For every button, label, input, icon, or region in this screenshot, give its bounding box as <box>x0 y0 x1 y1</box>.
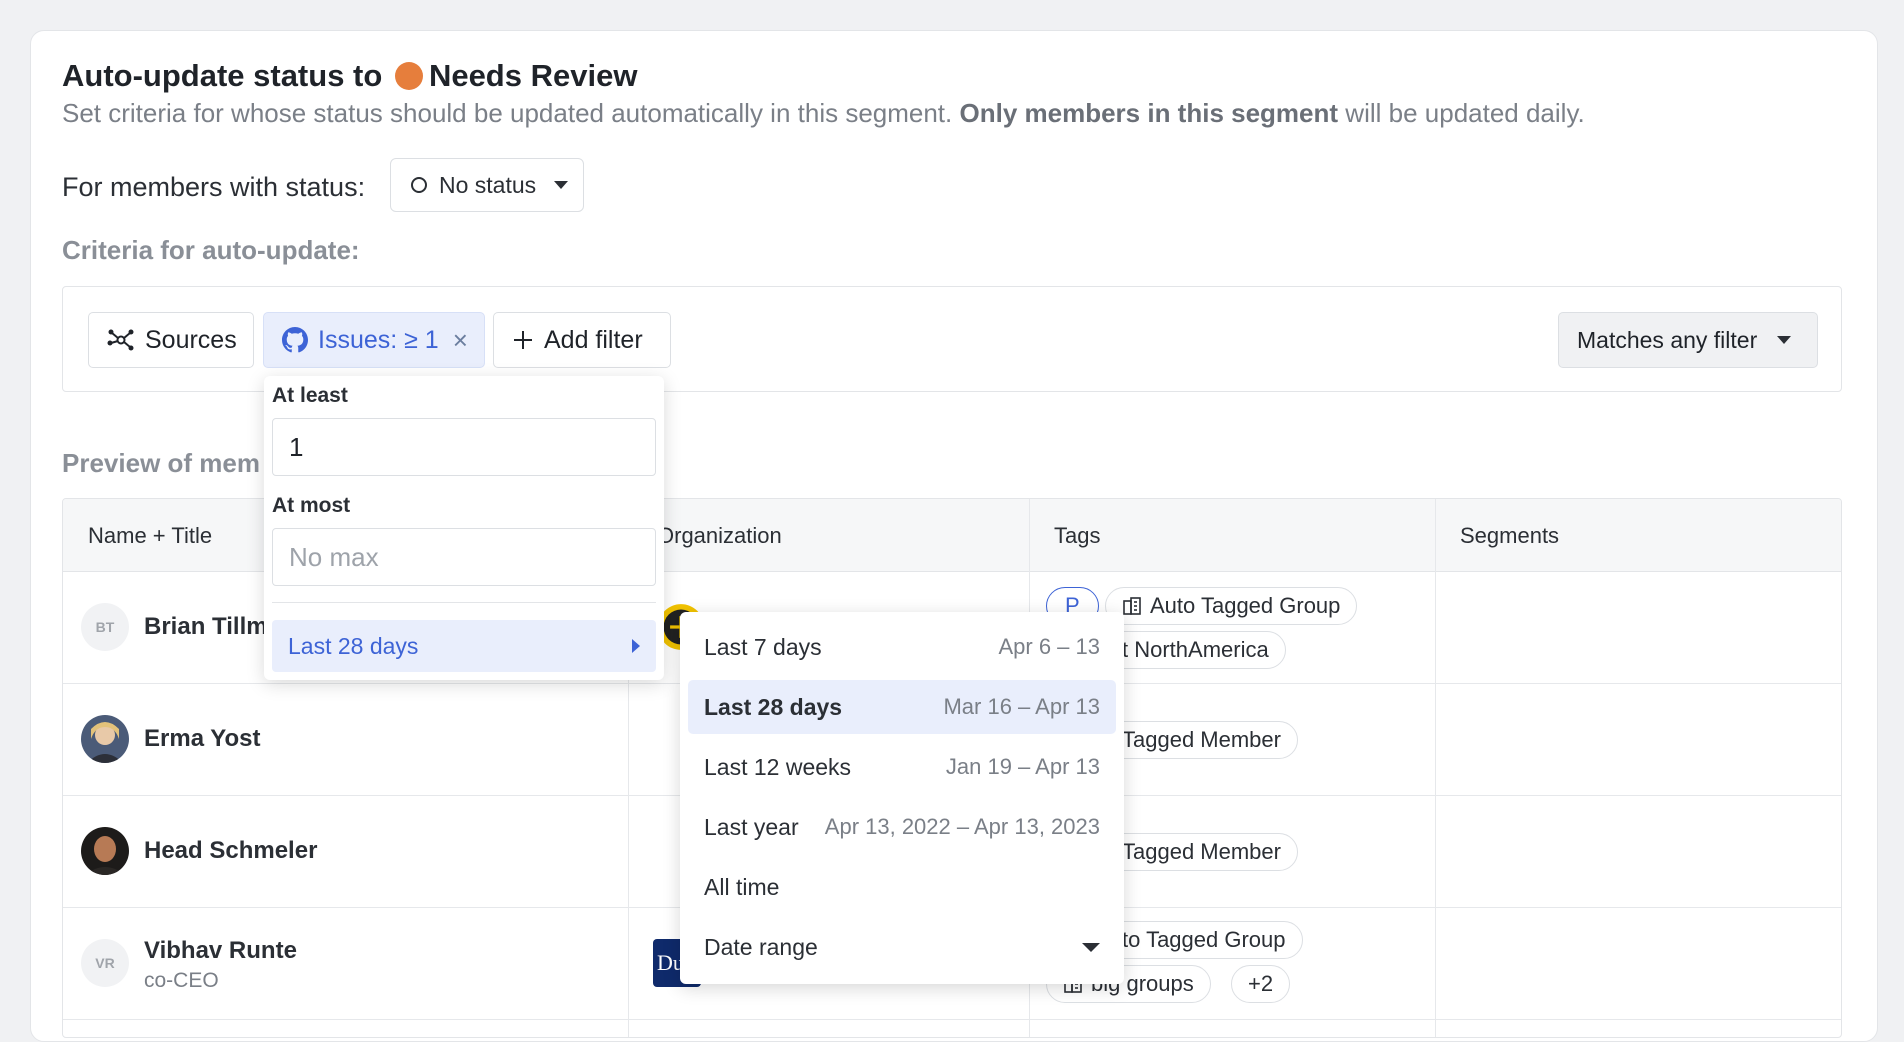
building-icon <box>1122 596 1142 616</box>
chevron-down-icon <box>1082 942 1100 952</box>
period-option-range: Apr 6 – 13 <box>998 634 1100 659</box>
at-most-label: At most <box>272 494 351 517</box>
chevron-right-icon <box>632 639 640 653</box>
popover-divider <box>272 602 656 603</box>
avatar <box>81 827 129 875</box>
at-most-input[interactable]: No max <box>272 528 656 586</box>
member-name[interactable]: Vibhav Runte <box>144 937 297 965</box>
avatar: VR <box>81 939 129 987</box>
issues-filter-label: Issues: ≥ 1 <box>318 325 439 354</box>
period-select-label: Last 28 days <box>288 632 419 659</box>
tag-chip[interactable]: Auto Tagged Group <box>1105 587 1358 625</box>
empty-circle-icon <box>411 177 427 193</box>
column-header-name[interactable]: Name + Title <box>88 523 212 549</box>
period-menu: Last 7 days Apr 6 – 13 Last 28 days Mar … <box>680 612 1124 984</box>
period-option-range: Mar 16 – Apr 13 <box>943 694 1100 719</box>
add-filter-button[interactable]: Add filter <box>493 312 671 368</box>
page-title: Auto-update status to Needs Review <box>62 58 637 94</box>
at-least-label: At least <box>272 384 348 407</box>
status-color-dot <box>394 62 423 90</box>
chevron-down-icon <box>1777 336 1792 344</box>
period-option-last-28-days[interactable]: Last 28 days Mar 16 – Apr 13 <box>688 680 1116 734</box>
member-name[interactable]: Head Schmeler <box>144 837 317 865</box>
column-header-organization[interactable]: Organization <box>657 523 782 549</box>
tag-chip[interactable]: Tagged Member <box>1105 833 1298 871</box>
at-least-input[interactable]: 1 <box>272 418 656 476</box>
column-header-tags[interactable]: Tags <box>1054 523 1100 549</box>
period-option-range: Jan 19 – Apr 13 <box>945 754 1100 779</box>
match-mode-select[interactable]: Matches any filter <box>1558 312 1818 368</box>
tag-chip[interactable]: Tagged Member <box>1105 721 1298 759</box>
member-title: co-CEO <box>144 969 219 992</box>
subtitle-end: will be updated daily. <box>1345 98 1585 128</box>
avatar <box>81 715 129 763</box>
period-option-label: Last 7 days <box>704 633 822 660</box>
page-subtitle: Set criteria for whose status should be … <box>62 98 1585 129</box>
period-select[interactable]: Last 28 days <box>272 620 656 672</box>
period-option-label: Date range <box>704 933 818 960</box>
period-option-last-12-weeks[interactable]: Last 12 weeks Jan 19 – Apr 13 <box>688 740 1116 794</box>
period-option-all-time[interactable]: All time <box>688 860 1116 914</box>
tag-chip[interactable]: to Tagged Group <box>1105 921 1303 959</box>
preview-label: Preview of mem <box>62 448 260 478</box>
criteria-label: Criteria for auto-update: <box>62 235 360 265</box>
tag-chip[interactable]: t NorthAmerica <box>1105 631 1286 669</box>
period-option-label: All time <box>704 873 780 900</box>
period-option-label: Last year <box>704 813 799 840</box>
member-name[interactable]: Erma Yost <box>144 725 261 753</box>
period-option-label: Last 12 weeks <box>704 753 852 780</box>
match-mode-label: Matches any filter <box>1577 326 1758 353</box>
status-name: Needs Review <box>428 58 638 93</box>
sources-button[interactable]: Sources <box>88 312 254 368</box>
remove-filter-icon[interactable]: × <box>453 325 468 356</box>
tag-chip[interactable]: +2 <box>1231 965 1291 1003</box>
status-select-value: No status <box>439 171 537 198</box>
column-header-segments[interactable]: Segments <box>1460 523 1559 549</box>
member-name[interactable]: Brian Tillm <box>144 613 268 641</box>
sources-icon <box>107 328 135 352</box>
subtitle-start: Set criteria for whose status should be … <box>62 98 953 128</box>
period-option-last-year[interactable]: Last year Apr 13, 2022 – Apr 13, 2023 <box>688 800 1116 854</box>
status-filter-label: For members with status: <box>62 172 366 202</box>
title-prefix: Auto-update status to <box>62 58 383 93</box>
subtitle-bold: Only members in this segment <box>959 98 1339 128</box>
tag-label: Auto Tagged Group <box>1150 593 1341 618</box>
github-icon <box>282 327 308 353</box>
plus-icon <box>512 329 534 351</box>
period-option-label: Last 28 days <box>704 693 843 720</box>
chevron-down-icon <box>554 181 569 189</box>
issues-filter-chip[interactable]: Issues: ≥ 1 × <box>263 312 485 368</box>
sources-label: Sources <box>145 325 237 354</box>
period-option-range: Apr 13, 2022 – Apr 13, 2023 <box>824 814 1100 839</box>
period-option-date-range[interactable]: Date range <box>688 920 1116 974</box>
avatar: BT <box>81 603 129 651</box>
issues-filter-popover: At least 1 At most No max Last 28 days <box>264 376 664 680</box>
status-select[interactable]: No status <box>390 158 584 212</box>
period-option-last-7-days[interactable]: Last 7 days Apr 6 – 13 <box>688 620 1116 674</box>
add-filter-label: Add filter <box>544 325 643 354</box>
